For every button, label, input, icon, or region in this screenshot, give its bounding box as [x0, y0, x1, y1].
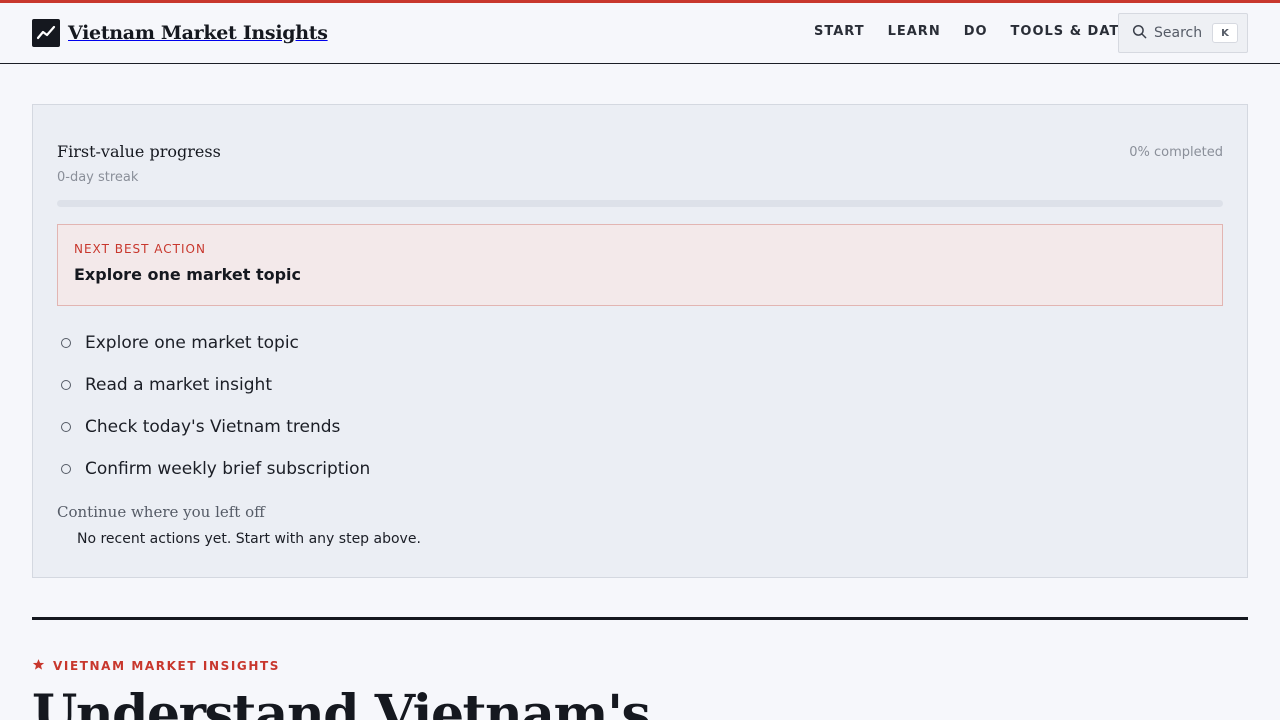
brand-home-link[interactable]: Vietnam Market Insights [32, 19, 328, 47]
step-circle-icon [61, 380, 71, 390]
step-item[interactable]: Confirm weekly brief subscription [61, 448, 370, 490]
search-shortcut-key: K [1212, 23, 1238, 43]
progress-panel: First-value progress 0-day streak 0% com… [32, 104, 1248, 578]
step-label: Explore one market topic [85, 333, 299, 353]
nav-item-tools-data[interactable]: TOOLS & DATA [1011, 24, 1130, 39]
nav-item-start[interactable]: START [814, 24, 865, 39]
trend-chart-icon [32, 19, 60, 47]
continue-heading: Continue where you left off [57, 503, 265, 521]
site-header: Vietnam Market Insights START LEARN DO T… [0, 3, 1280, 64]
step-item[interactable]: Read a market insight [61, 364, 370, 406]
main-nav: START LEARN DO TOOLS & DATA [814, 24, 1152, 39]
nav-item-learn[interactable]: LEARN [888, 24, 941, 39]
search-label: Search [1154, 25, 1203, 41]
next-best-action-label: NEXT BEST ACTION [74, 242, 206, 256]
hero-eyebrow-text: VIETNAM MARKET INSIGHTS [53, 658, 281, 673]
next-best-action-card[interactable]: NEXT BEST ACTION Explore one market topi… [57, 224, 1223, 306]
step-item[interactable]: Check today's Vietnam trends [61, 406, 370, 448]
star-icon [32, 656, 45, 675]
continue-empty-text: No recent actions yet. Start with any st… [77, 531, 421, 547]
step-circle-icon [61, 464, 71, 474]
step-label: Check today's Vietnam trends [85, 417, 341, 437]
progress-percent: 0% completed [1129, 145, 1223, 160]
progress-bar [57, 200, 1223, 207]
step-circle-icon [61, 422, 71, 432]
onboarding-steps: Explore one market topic Read a market i… [61, 322, 370, 490]
search-icon [1132, 24, 1147, 43]
streak-text: 0-day streak [57, 170, 139, 185]
step-label: Confirm weekly brief subscription [85, 459, 371, 479]
hero-heading: Understand Vietnam's [32, 684, 651, 720]
next-best-action-title: Explore one market topic [74, 265, 301, 284]
section-divider [32, 617, 1248, 620]
step-item[interactable]: Explore one market topic [61, 322, 370, 364]
progress-title: First-value progress [57, 142, 221, 161]
hero-eyebrow: VIETNAM MARKET INSIGHTS [32, 656, 280, 675]
search-button[interactable]: Search K [1118, 13, 1248, 53]
step-label: Read a market insight [85, 375, 272, 395]
step-circle-icon [61, 338, 71, 348]
brand-name: Vietnam Market Insights [68, 22, 328, 44]
nav-item-do[interactable]: DO [964, 24, 988, 39]
